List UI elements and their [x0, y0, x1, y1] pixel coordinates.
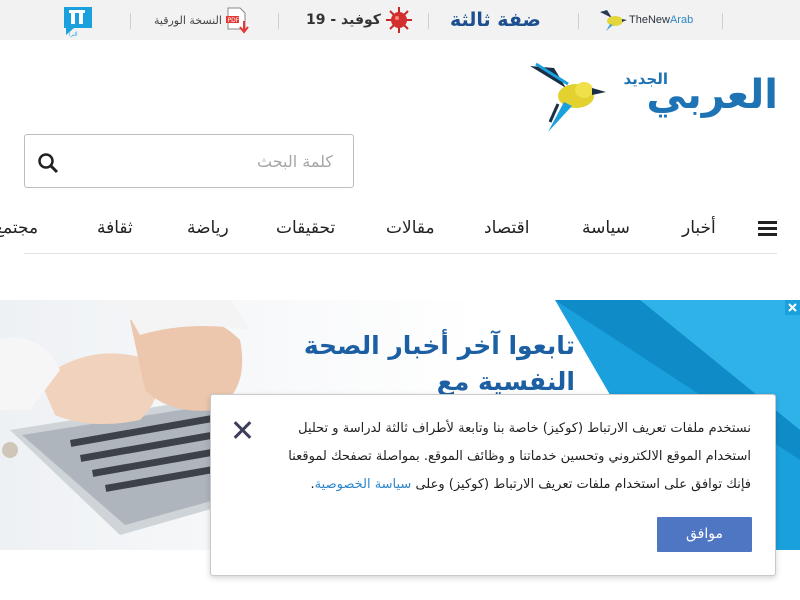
nav-item-investigations[interactable]: تحقيقات — [276, 206, 335, 250]
cookie-message: نستخدم ملفات تعريف الارتباط (كوكيز) خاصة… — [281, 415, 751, 499]
top-bar: TheNewArab ضفة ثالثة كوفيد - 19 النسخة ا… — [0, 0, 800, 40]
thenewarab-label: TheNewArab — [629, 14, 694, 26]
paper-edition-label: النسخة الورقية — [154, 13, 222, 27]
divider — [278, 13, 279, 29]
pdf-download-icon: PDF — [225, 7, 249, 34]
nav-item-culture[interactable]: ثقافة — [97, 206, 133, 250]
cookie-consent-dialog: نستخدم ملفات تعريف الارتباط (كوكيز) خاصة… — [210, 394, 776, 576]
thenewarab-link[interactable]: TheNewArab — [598, 0, 693, 40]
hamburger-menu-icon[interactable] — [758, 221, 777, 237]
ultra-logo-icon: ألترا — [64, 7, 92, 38]
cookie-message-line: نستخدم ملفات تعريف الارتباط (كوكيز) خاصة… — [298, 421, 751, 436]
main-nav: أخبار سياسة اقتصاد مقالات تحقيقات رياضة … — [0, 206, 800, 254]
ad-close-icon[interactable] — [785, 300, 800, 315]
search-icon[interactable] — [37, 152, 59, 174]
ultra-logo-text: ألترا — [69, 31, 78, 38]
nav-divider — [24, 253, 777, 254]
ultra-app-link[interactable]: ألترا — [60, 4, 96, 38]
privacy-policy-link[interactable]: سياسة الخصوصية — [315, 477, 412, 492]
thenewarab-bird-icon — [600, 10, 627, 31]
close-icon[interactable] — [233, 421, 252, 439]
divider — [428, 13, 429, 29]
nav-item-news[interactable]: أخبار — [682, 206, 716, 250]
nav-item-politics[interactable]: سياسة — [582, 206, 630, 250]
agree-button[interactable]: موافق — [657, 517, 752, 552]
divider — [130, 13, 131, 29]
site-logo[interactable]: الجديد العربي — [528, 58, 779, 136]
nav-item-sports[interactable]: رياضة — [187, 206, 229, 250]
nav-item-articles[interactable]: مقالات — [386, 206, 435, 250]
divider — [722, 13, 723, 29]
logo-bird-icon — [530, 62, 606, 132]
cookie-message-line: استخدام الموقع الالكتروني وتحسين خدماتنا… — [288, 449, 751, 464]
divider — [578, 13, 579, 29]
search-box — [24, 134, 354, 188]
nav-item-economy[interactable]: اقتصاد — [484, 206, 529, 250]
paper-edition-link[interactable]: النسخة الورقية PDF — [154, 0, 249, 40]
search-input[interactable] — [73, 135, 345, 187]
pdf-badge-text: PDF — [227, 17, 239, 24]
nav-item-society[interactable]: مجتمع — [0, 206, 38, 250]
virus-icon — [385, 7, 412, 33]
cookie-message-line: فإنك توافق على استخدام ملفات تعريف الارت… — [310, 477, 751, 492]
third-side-link[interactable]: ضفة ثالثة — [450, 0, 541, 40]
ad-banner-title: تابعوا آخر أخبار الصحة النفسية مع — [303, 331, 575, 396]
covid-link[interactable]: كوفيد - 19 — [306, 0, 413, 40]
covid-label: كوفيد - 19 — [306, 12, 381, 28]
logo-title: العربي — [646, 72, 779, 118]
